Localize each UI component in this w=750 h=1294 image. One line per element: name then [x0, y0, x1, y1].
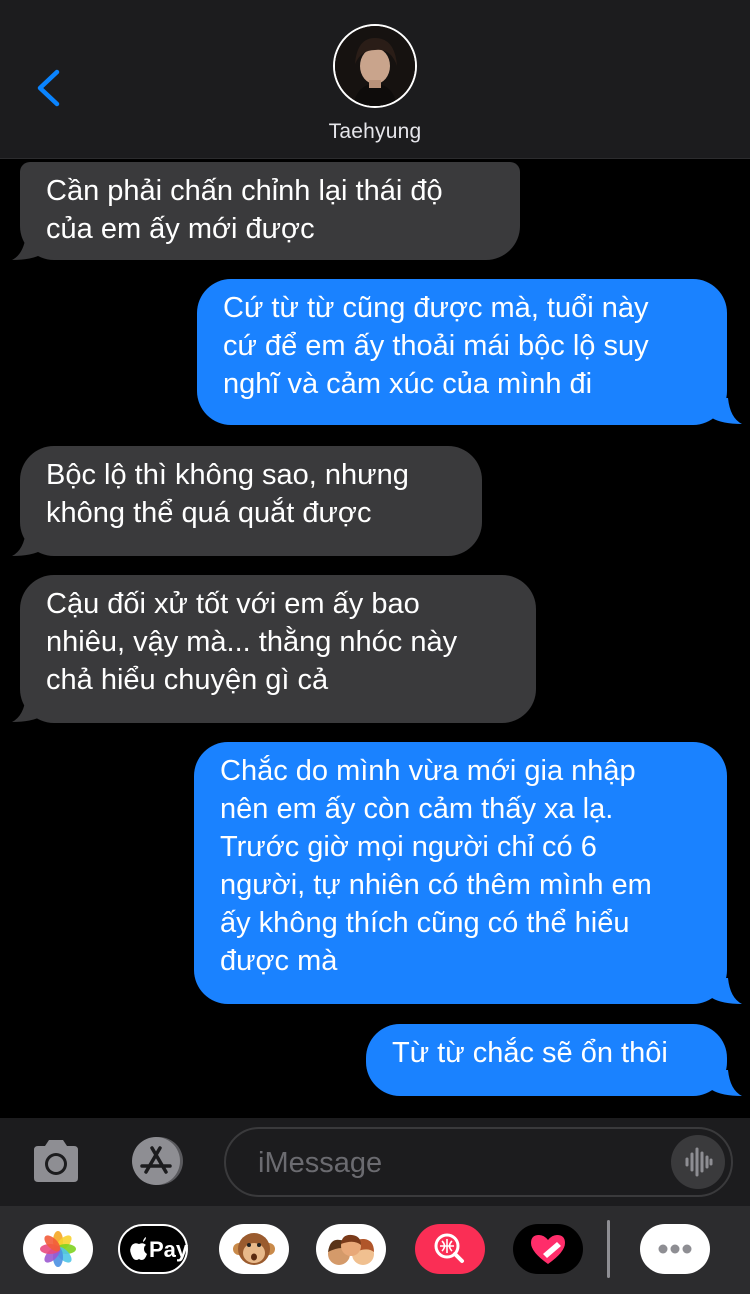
conversation-header: Taehyung	[0, 0, 750, 159]
message-bubble-sent[interactable]: Chắc do mình vừa mới gia nhập nên em ấy …	[194, 742, 727, 1004]
drawer-divider	[607, 1220, 610, 1278]
bubble-tail-icon	[12, 234, 42, 260]
digital-touch-app-button[interactable]	[513, 1224, 583, 1274]
memoji-app-button[interactable]	[316, 1224, 386, 1274]
message-input-placeholder: iMessage	[258, 1147, 383, 1179]
apple-pay-app-button[interactable]: Pay	[118, 1224, 188, 1274]
bubble-tail-icon	[712, 1070, 742, 1096]
animoji-app-button[interactable]	[219, 1224, 289, 1274]
apple-logo-icon	[130, 1237, 147, 1260]
bubble-tail-icon	[712, 398, 742, 424]
photos-app-button[interactable]	[23, 1224, 93, 1274]
photos-icon	[40, 1231, 76, 1267]
animoji-monkey-icon	[233, 1233, 275, 1265]
message-bubble-sent[interactable]: Từ từ chắc sẽ ổn thôi	[366, 1024, 727, 1096]
contact-name[interactable]: Taehyung	[0, 120, 750, 144]
audio-message-button[interactable]	[671, 1135, 725, 1189]
message-bubble-received[interactable]: Cần phải chấn chỉnh lại thái độ của em ấ…	[20, 162, 520, 260]
avatar-portrait-icon	[335, 26, 415, 106]
message-bubble-sent[interactable]: Cứ từ từ cũng được mà, tuổi này cứ để em…	[197, 279, 727, 425]
bubble-tail-icon	[12, 530, 42, 556]
waveform-icon	[685, 1147, 713, 1177]
back-chevron-icon[interactable]	[30, 66, 70, 110]
image-search-app-button[interactable]	[415, 1224, 485, 1274]
apple-pay-label: Pay	[149, 1237, 189, 1262]
message-bubble-received[interactable]: Bộc lộ thì không sao, nhưng không thể qu…	[20, 446, 482, 556]
bubble-tail-icon	[12, 696, 42, 722]
message-bubble-received[interactable]: Cậu đối xử tốt với em ấy bao nhiêu, vậy …	[20, 575, 536, 723]
camera-icon[interactable]	[30, 1138, 82, 1184]
contact-avatar[interactable]	[333, 24, 417, 108]
image-search-icon	[434, 1233, 464, 1263]
memoji-icon	[328, 1234, 374, 1265]
bubble-tail-icon	[712, 978, 742, 1004]
app-store-icon[interactable]	[126, 1136, 190, 1186]
digital-touch-heart-icon	[531, 1235, 565, 1264]
more-icon	[658, 1244, 692, 1254]
message-input[interactable]: iMessage	[224, 1127, 733, 1197]
more-apps-button[interactable]	[640, 1224, 710, 1274]
